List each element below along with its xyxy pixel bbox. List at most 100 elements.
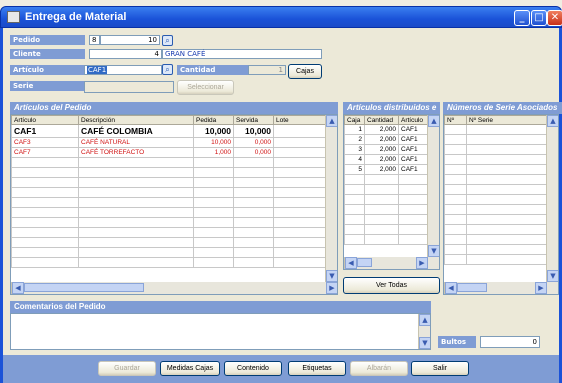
cajas-button[interactable]: Cajas bbox=[288, 64, 322, 79]
table-row[interactable]: 2 2,000 CAF1 bbox=[344, 134, 428, 145]
ver-todas-button[interactable]: Ver Todas bbox=[343, 277, 440, 294]
col-lote[interactable]: Lote bbox=[273, 115, 326, 125]
cliente-name-input[interactable]: GRAN CAFÉ bbox=[162, 49, 322, 59]
col-cantidad[interactable]: Cantidad bbox=[364, 115, 399, 125]
distribuidos-grid: Caja Cantidad Artículo 1 2,000 CAF1 2 2,000… bbox=[343, 114, 440, 270]
seleccionar-button[interactable]: Seleccionar bbox=[177, 80, 234, 95]
bultos-label: Bultos bbox=[438, 336, 476, 348]
pedido-label: Pedido bbox=[10, 35, 85, 45]
col-servida[interactable]: Servida bbox=[233, 115, 274, 125]
empty-row bbox=[444, 214, 547, 225]
cantidad-input[interactable]: 1 bbox=[248, 65, 286, 75]
table-row[interactable]: 3 2,000 CAF1 bbox=[344, 144, 428, 155]
scroll-up-icon[interactable]: ▲ bbox=[547, 115, 558, 127]
serie-label: Serie bbox=[10, 81, 85, 91]
cell-lote bbox=[273, 147, 326, 158]
scroll-down-icon[interactable]: ▼ bbox=[326, 270, 337, 282]
series-vscroll[interactable]: ▲ ▼ bbox=[546, 115, 558, 282]
empty-row bbox=[11, 167, 326, 178]
scroll-right-icon[interactable]: ▶ bbox=[535, 282, 547, 294]
scroll-up-icon[interactable]: ▲ bbox=[428, 115, 439, 127]
pedido-serie-input[interactable]: 8 bbox=[89, 35, 100, 45]
albaran-button[interactable]: Albarán bbox=[350, 361, 408, 376]
empty-row bbox=[11, 247, 326, 258]
empty-row bbox=[344, 184, 428, 195]
bultos-input[interactable]: 0 bbox=[480, 336, 540, 348]
scroll-left-icon[interactable]: ◀ bbox=[345, 257, 357, 269]
distribuidos-hscroll[interactable]: ◀ ▶ bbox=[344, 257, 439, 269]
scroll-thumb[interactable] bbox=[24, 283, 144, 292]
pedido-search-icon[interactable]: ⌕ bbox=[162, 35, 173, 46]
empty-row bbox=[11, 237, 326, 248]
articulos-vscroll[interactable]: ▲ ▼ bbox=[325, 115, 337, 282]
medidas-cajas-button[interactable]: Medidas Cajas bbox=[160, 361, 220, 376]
table-row[interactable]: CAF1 CAFÉ COLOMBIA 10,000 10,000 bbox=[11, 124, 326, 138]
close-button[interactable]: ✕ bbox=[547, 10, 562, 26]
articulos-header-row: Artículo Descripción Pedida Servida Lote bbox=[11, 115, 326, 125]
cell-servida: 0,000 bbox=[233, 147, 274, 158]
cell-articulo: CAF1 bbox=[398, 124, 428, 135]
series-hscroll[interactable]: ◀ ▶ bbox=[444, 282, 558, 294]
scroll-left-icon[interactable]: ◀ bbox=[12, 282, 24, 294]
scroll-down-icon[interactable]: ▼ bbox=[419, 337, 430, 349]
empty-row bbox=[11, 207, 326, 218]
scroll-down-icon[interactable]: ▼ bbox=[547, 270, 558, 282]
empty-row bbox=[444, 154, 547, 165]
serie-input[interactable] bbox=[84, 81, 174, 93]
cell-articulo: CAF1 bbox=[398, 134, 428, 145]
empty-row bbox=[11, 177, 326, 188]
distribuidos-table: Caja Cantidad Artículo 1 2,000 CAF1 2 2,000… bbox=[344, 115, 428, 245]
cell-cantidad: 2,000 bbox=[364, 144, 399, 155]
scroll-right-icon[interactable]: ▶ bbox=[416, 257, 428, 269]
comentarios-textarea[interactable]: ▲ ▼ bbox=[10, 313, 431, 350]
empty-row bbox=[444, 174, 547, 185]
empty-row bbox=[11, 187, 326, 198]
articulos-hscroll[interactable]: ◀ ▶ bbox=[11, 282, 337, 294]
pedido-number-input[interactable]: 10 bbox=[100, 35, 160, 45]
minimize-button[interactable]: _ bbox=[514, 10, 530, 26]
etiquetas-button[interactable]: Etiquetas bbox=[288, 361, 346, 376]
col-descripcion[interactable]: Descripción bbox=[78, 115, 194, 125]
col-articulo[interactable]: Artículo bbox=[398, 115, 428, 125]
scroll-up-icon[interactable]: ▲ bbox=[419, 314, 430, 326]
comentarios-vscroll[interactable]: ▲ ▼ bbox=[418, 314, 430, 349]
cantidad-label: Cantidad bbox=[177, 65, 248, 75]
cell-lote bbox=[273, 137, 326, 148]
col-articulo[interactable]: Artículo bbox=[11, 115, 79, 125]
scroll-right-icon[interactable]: ▶ bbox=[326, 282, 337, 294]
col-num[interactable]: Nº bbox=[444, 115, 467, 125]
distribuidos-vscroll[interactable]: ▲ ▼ bbox=[427, 115, 439, 257]
table-row[interactable]: CAF7 CAFÉ TORREFACTO 1,000 0,000 bbox=[11, 147, 326, 158]
scroll-left-icon[interactable]: ◀ bbox=[445, 282, 457, 294]
table-row[interactable]: 4 2,000 CAF1 bbox=[344, 154, 428, 165]
cell-descripcion: CAFÉ COLOMBIA bbox=[78, 124, 194, 138]
cell-pedida: 10,000 bbox=[193, 137, 234, 148]
table-row[interactable]: 5 2,000 CAF1 bbox=[344, 164, 428, 175]
app-icon bbox=[7, 11, 20, 23]
guardar-button[interactable]: Guardar bbox=[98, 361, 156, 376]
empty-row bbox=[444, 244, 547, 255]
scroll-down-icon[interactable]: ▼ bbox=[428, 245, 439, 257]
scroll-thumb[interactable] bbox=[357, 258, 372, 267]
col-pedida[interactable]: Pedida bbox=[193, 115, 234, 125]
empty-row bbox=[11, 197, 326, 208]
contenido-button[interactable]: Contenido bbox=[224, 361, 282, 376]
col-caja[interactable]: Caja bbox=[344, 115, 365, 125]
series-table: Nº Nº Serie bbox=[444, 115, 547, 265]
scroll-thumb[interactable] bbox=[457, 283, 487, 292]
articulo-input[interactable]: CAF1 bbox=[84, 65, 162, 75]
scroll-up-icon[interactable]: ▲ bbox=[326, 115, 337, 127]
cliente-code-input[interactable]: 4 bbox=[89, 49, 162, 59]
distribuidos-header: Artículos distribuidos e bbox=[343, 102, 440, 114]
cell-caja: 2 bbox=[344, 134, 365, 145]
articulo-search-icon[interactable]: ⌕ bbox=[162, 64, 173, 75]
articulos-grid: Artículo Descripción Pedida Servida Lote… bbox=[10, 114, 338, 295]
salir-button[interactable]: Salir bbox=[411, 361, 469, 376]
maximize-button[interactable]: □ bbox=[531, 10, 547, 26]
empty-row bbox=[444, 144, 547, 155]
table-row[interactable]: CAF3 CAFÉ NATURAL 10,000 0,000 bbox=[11, 137, 326, 148]
cell-pedida: 1,000 bbox=[193, 147, 234, 158]
comentarios-header: Comentarios del Pedido bbox=[10, 301, 431, 313]
table-row[interactable]: 1 2,000 CAF1 bbox=[344, 124, 428, 135]
col-num-serie[interactable]: Nº Serie bbox=[466, 115, 547, 125]
